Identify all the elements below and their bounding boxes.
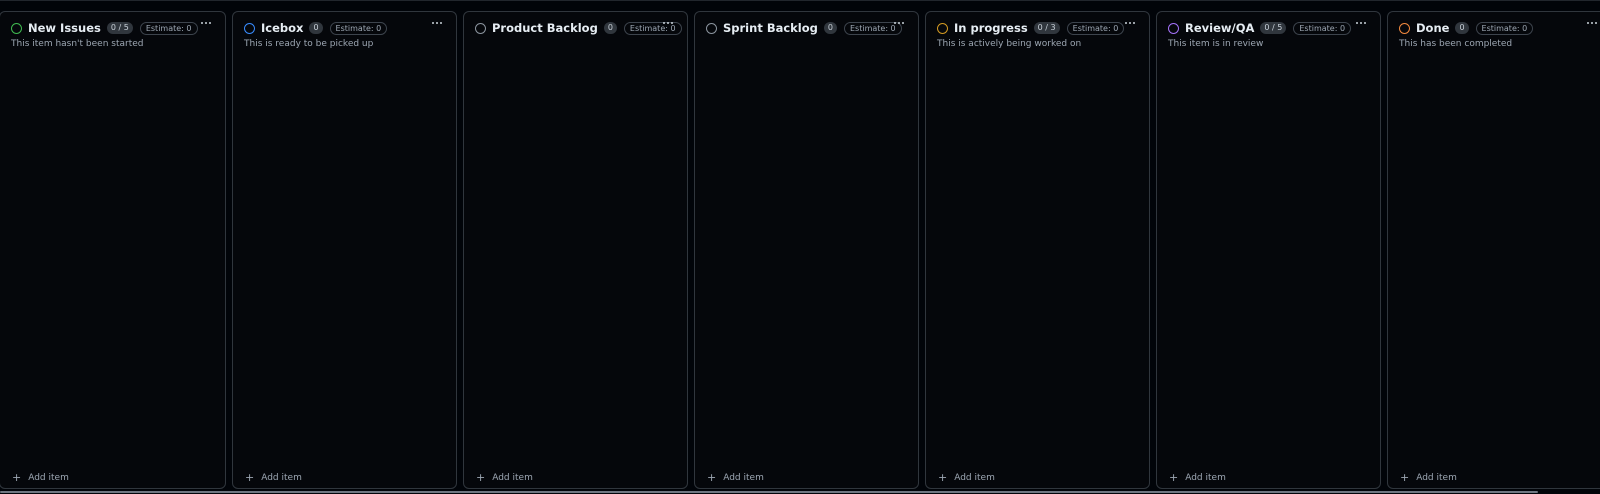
status-circle-icon <box>1399 22 1410 34</box>
add-item-button[interactable]: + Add item <box>1169 471 1226 484</box>
plus-icon: + <box>1400 471 1410 484</box>
column-icebox: Icebox 0 Estimate: 0 This is ready to be… <box>232 11 457 489</box>
add-item-button[interactable]: + Add item <box>12 471 69 484</box>
column-title: Done <box>1416 21 1450 35</box>
plus-icon: + <box>12 471 22 484</box>
column-description: This has been completed <box>1399 39 1513 49</box>
column-title: Icebox <box>261 21 304 35</box>
status-circle-icon <box>244 22 255 34</box>
plus-icon: + <box>938 471 948 484</box>
add-item-label: Add item <box>28 473 69 483</box>
estimate-badge: Estimate: 0 <box>139 21 198 35</box>
column-title: Sprint Backlog <box>723 21 818 35</box>
column-title: In progress <box>954 21 1028 35</box>
plus-icon: + <box>707 471 717 484</box>
column-description: This is ready to be picked up <box>244 39 374 49</box>
item-count-badge: 0 <box>309 22 323 34</box>
column-header: Sprint Backlog 0 Estimate: 0 <box>706 19 910 37</box>
item-count-badge: 0 / 5 <box>106 22 133 34</box>
column-description: This is actively being worked on <box>937 39 1082 49</box>
item-count-badge: 0 / 5 <box>1260 22 1287 34</box>
column-more-options-button[interactable] <box>1583 16 1600 30</box>
column-more-options-button[interactable] <box>1352 16 1370 30</box>
estimate-badge: Estimate: 0 <box>1066 21 1125 35</box>
column-product-backlog: Product Backlog 0 Estimate: 0 + Add item <box>463 11 688 489</box>
column-new-issues: New Issues 0 / 5 Estimate: 0 This item h… <box>0 11 226 489</box>
column-more-options-button[interactable] <box>428 16 446 30</box>
add-item-button[interactable]: + Add item <box>476 471 533 484</box>
add-item-label: Add item <box>954 473 995 483</box>
column-header: In progress 0 / 3 Estimate: 0 <box>937 19 1141 37</box>
board-columns: New Issues 0 / 5 Estimate: 0 This item h… <box>0 11 1600 489</box>
scrollbar-thumb[interactable] <box>0 491 1538 493</box>
add-item-label: Add item <box>261 473 302 483</box>
add-item-button[interactable]: + Add item <box>707 471 764 484</box>
add-item-button[interactable]: + Add item <box>245 471 302 484</box>
column-more-options-button[interactable] <box>659 16 677 30</box>
status-circle-icon <box>706 22 717 34</box>
column-header: New Issues 0 / 5 Estimate: 0 <box>11 19 217 37</box>
project-board: New Issues 0 / 5 Estimate: 0 This item h… <box>0 0 1600 494</box>
plus-icon: + <box>476 471 486 484</box>
column-description: This item hasn't been started <box>11 39 144 49</box>
estimate-badge: Estimate: 0 <box>329 21 388 35</box>
column-title: Product Backlog <box>492 21 598 35</box>
column-sprint-backlog: Sprint Backlog 0 Estimate: 0 + Add item <box>694 11 919 489</box>
column-header: Done 0 Estimate: 0 <box>1399 19 1600 37</box>
estimate-badge: Estimate: 0 <box>1293 21 1352 35</box>
column-more-options-button[interactable] <box>890 16 908 30</box>
status-circle-icon <box>11 22 22 34</box>
column-header: Product Backlog 0 Estimate: 0 <box>475 16 682 37</box>
status-circle-icon <box>937 22 948 34</box>
status-circle-icon <box>475 22 486 34</box>
item-count-badge: 0 <box>823 22 837 34</box>
add-item-label: Add item <box>492 473 533 483</box>
add-item-label: Add item <box>723 473 764 483</box>
plus-icon: + <box>1169 471 1179 484</box>
column-header: Icebox 0 Estimate: 0 <box>244 19 448 37</box>
column-in-progress: In progress 0 / 3 Estimate: 0 This is ac… <box>925 11 1150 489</box>
plus-icon: + <box>245 471 255 484</box>
add-item-button[interactable]: + Add item <box>938 471 995 484</box>
horizontal-scrollbar[interactable] <box>0 490 1600 494</box>
column-description: This item is in review <box>1168 39 1264 49</box>
item-count-badge: 0 / 3 <box>1033 22 1060 34</box>
add-item-label: Add item <box>1185 473 1226 483</box>
item-count-badge: 0 <box>603 22 617 34</box>
column-more-options-button[interactable] <box>197 16 215 30</box>
column-done: Done 0 Estimate: 0 This has been complet… <box>1387 11 1600 489</box>
column-title: Review/QA <box>1185 21 1255 35</box>
column-header: Review/QA 0 / 5 Estimate: 0 <box>1168 19 1372 37</box>
column-review-qa: Review/QA 0 / 5 Estimate: 0 This item is… <box>1156 11 1381 489</box>
item-count-badge: 0 <box>1455 22 1469 34</box>
estimate-badge: Estimate: 0 <box>1475 21 1534 35</box>
column-more-options-button[interactable] <box>1121 16 1139 30</box>
column-title: New Issues <box>28 21 101 35</box>
add-item-label: Add item <box>1416 473 1457 483</box>
status-circle-icon <box>1168 22 1179 34</box>
add-item-button[interactable]: + Add item <box>1400 471 1457 484</box>
